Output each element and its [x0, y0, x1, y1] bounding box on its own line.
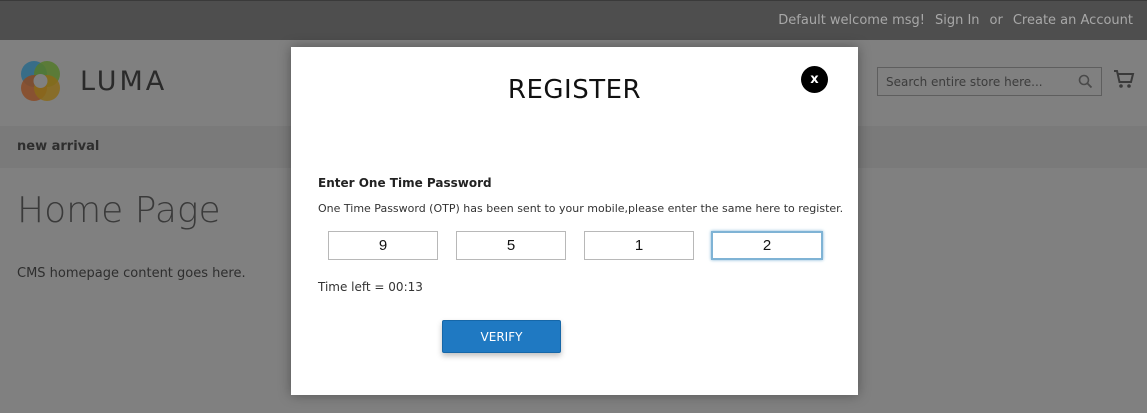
cms-content: CMS homepage content goes here.: [17, 266, 246, 281]
header-links: Default welcome msg! Sign In or Create a…: [778, 13, 1133, 28]
or-separator: or: [989, 13, 1003, 28]
otp-input-group: [328, 231, 823, 260]
store-logo[interactable]: LUMA: [17, 59, 167, 103]
logo-text: LUMA: [80, 65, 168, 97]
page-title: Home Page: [17, 190, 221, 231]
otp-digit-4[interactable]: [711, 231, 823, 260]
luma-logo-icon: [21, 61, 60, 101]
create-account-link[interactable]: Create an Account: [1013, 13, 1133, 28]
verify-button[interactable]: VERIFY: [442, 320, 561, 353]
otp-digit-3[interactable]: [584, 231, 694, 260]
search-box: [877, 67, 1102, 96]
otp-digit-2[interactable]: [456, 231, 566, 260]
cart-icon[interactable]: [1113, 69, 1135, 93]
welcome-message: Default welcome msg!: [778, 13, 925, 28]
otp-digit-1[interactable]: [328, 231, 438, 260]
time-left-text: Time left = 00:13: [318, 280, 423, 294]
otp-heading: Enter One Time Password: [318, 176, 492, 190]
nav-item-new-arrival[interactable]: new arrival: [17, 139, 99, 154]
top-panel: Default welcome msg! Sign In or Create a…: [0, 0, 1147, 40]
register-modal: REGISTER x Enter One Time Password One T…: [291, 47, 858, 395]
close-button[interactable]: x: [801, 66, 828, 93]
otp-description: One Time Password (OTP) has been sent to…: [318, 202, 844, 215]
search-icon[interactable]: [1078, 74, 1093, 93]
modal-title: REGISTER: [507, 75, 642, 105]
search-input[interactable]: [878, 68, 1068, 95]
sign-in-link[interactable]: Sign In: [935, 13, 980, 28]
